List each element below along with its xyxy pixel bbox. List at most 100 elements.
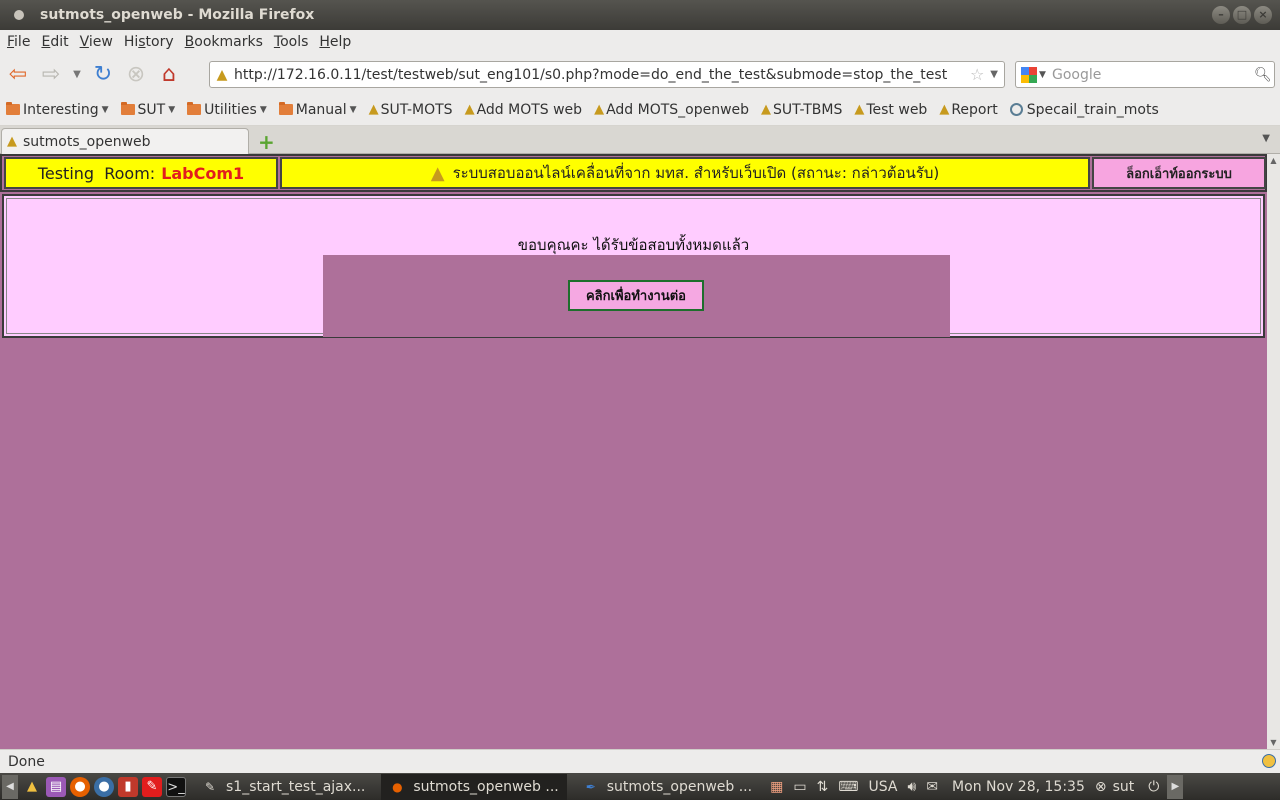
user-name[interactable]: sut (1113, 779, 1135, 795)
bookmark-report[interactable]: ▲ Report (939, 102, 997, 118)
pdf-icon[interactable]: ✎ (142, 776, 162, 797)
bookmark-folder-manual[interactable]: Manual ▼ (278, 102, 357, 118)
task-sutmots-openweb-firefox[interactable]: ● sutmots_openweb ... (381, 773, 567, 800)
taskbar-right-arrow-icon[interactable]: ▶ (1167, 774, 1184, 799)
maximize-button[interactable]: □ (1233, 6, 1251, 24)
bookmark-add-mots-openweb[interactable]: ▲ Add MOTS_openweb (594, 102, 749, 118)
network-icon[interactable]: ⇅ (817, 779, 829, 795)
menu-tools[interactable]: Tools (270, 34, 313, 50)
bookmark-folder-interesting[interactable]: Interesting ▼ (6, 102, 109, 118)
logout-button[interactable]: ล็อกเอ็าท์ออกระบบ (1092, 157, 1266, 189)
pyramid-icon: ▲ (7, 134, 17, 149)
menu-bookmarks[interactable]: Bookmarks (181, 34, 267, 50)
taskbar: ◀ ▲ ▤ ● ● ▮ ✎ >_ ✎ s1_start_test_ajax...… (0, 773, 1280, 800)
menu-file[interactable]: File (3, 34, 34, 50)
mail-icon[interactable]: ✉ (926, 779, 938, 795)
system-title: ระบบสอบออนไลน์เคลื่อนที่จาก มทส. สำหรับเ… (452, 164, 940, 182)
message-panel-inner: ขอบคุณคะ ได้รับข้อสอบทั้งหมดแล้ว คลิกเพื… (6, 198, 1261, 337)
addon-status-icon[interactable] (1262, 754, 1276, 768)
pyramid-icon: ▲ (854, 102, 865, 117)
display-icon[interactable]: ▭ (793, 779, 806, 795)
forward-arrow-icon[interactable]: ⇨ (36, 59, 66, 89)
site-identity-icon[interactable]: ▲ (210, 67, 234, 83)
folder-icon (120, 102, 135, 115)
menu-bar: File Edit View History Bookmarks Tools H… (0, 30, 1280, 54)
mots-launcher-icon[interactable]: ▲ (22, 777, 42, 797)
archive-icon[interactable]: ▮ (118, 776, 138, 797)
scroll-up-icon[interactable]: ▲ (1267, 154, 1280, 167)
scroll-down-icon[interactable]: ▼ (1267, 736, 1280, 749)
continue-area: คลิกเพื่อทำงานต่อ (323, 255, 950, 337)
status-bar: Done (0, 749, 1280, 773)
folder-icon (187, 102, 202, 115)
mots-logo-icon: ▲ (430, 162, 445, 184)
system-title-cell: ▲ ระบบสอบออนไลน์เคลื่อนที่จาก มทส. สำหรั… (280, 157, 1090, 189)
pyramid-icon: ▲ (939, 102, 950, 117)
thanks-message: ขอบคุณคะ ได้รับข้อสอบทั้งหมดแล้ว (517, 236, 750, 254)
task-sutmots-openweb-editor[interactable]: ✒ sutmots_openweb ... (575, 774, 760, 800)
continue-button[interactable]: คลิกเพื่อทำงานต่อ (568, 280, 704, 311)
bookmark-add-mots-web[interactable]: ▲ Add MOTS web (465, 102, 583, 118)
google-logo-icon (1021, 66, 1037, 83)
bookmark-folder-sut[interactable]: SUT ▼ (120, 102, 175, 118)
editor-icon: ✒ (585, 779, 596, 794)
tab-list-dropdown-icon[interactable]: ▼ (1262, 133, 1270, 144)
workspace-switcher-icon[interactable]: ▦ (770, 779, 783, 795)
thunderbird-icon[interactable]: ● (94, 776, 114, 797)
url-input[interactable]: http://172.16.0.11/test/testweb/sut_eng1… (234, 67, 970, 83)
minimize-button[interactable]: – (1212, 6, 1230, 24)
search-bar[interactable]: ▼ Google 🔍︎ (1015, 61, 1275, 88)
reload-icon[interactable]: ↻ (88, 59, 118, 89)
menu-view[interactable]: View (76, 34, 117, 50)
testing-room-value: LabCom1 (161, 163, 245, 183)
firefox-icon: ● (392, 779, 403, 794)
url-bar[interactable]: ▲ http://172.16.0.11/test/testweb/sut_en… (209, 61, 1005, 88)
task-s1-start-test-ajax[interactable]: ✎ s1_start_test_ajax... (194, 774, 373, 800)
volume-icon[interactable]: 🔊︎ (907, 779, 916, 795)
bookmark-sut-mots[interactable]: ▲ SUT-MOTS (369, 102, 453, 118)
window-title: sutmots_openweb - Mozilla Firefox (40, 7, 315, 23)
bookmark-specail-train-mots[interactable]: Specail_train_mots (1009, 102, 1159, 118)
bookmark-test-web[interactable]: ▲ Test web (854, 102, 927, 118)
history-dropdown-icon[interactable]: ▼ (69, 59, 85, 89)
keyboard-icon[interactable]: ⌨ (838, 779, 858, 795)
globe-icon (1009, 103, 1023, 116)
status-text: Done (8, 753, 45, 770)
launcher-icons: ▲ ▤ ● ● ▮ ✎ >_ (22, 776, 186, 797)
app-menu-icon[interactable]: ▤ (46, 776, 66, 797)
close-button[interactable]: × (1254, 6, 1272, 24)
taskbar-left-arrow-icon[interactable]: ◀ (2, 774, 18, 799)
bookmark-star-icon[interactable]: ☆ (970, 65, 984, 84)
power-icon[interactable]: ⏻ (1148, 779, 1159, 795)
menu-help[interactable]: Help (315, 34, 355, 50)
pyramid-icon: ▲ (761, 102, 772, 117)
stop-icon[interactable]: ⊗ (121, 59, 151, 89)
bookmark-sut-tbms[interactable]: ▲ SUT-TBMS (761, 102, 842, 118)
folder-icon (278, 102, 293, 115)
menu-edit[interactable]: Edit (37, 34, 72, 50)
search-engine-selector[interactable]: ▼ (1016, 66, 1052, 83)
pyramid-icon: ▲ (594, 102, 605, 117)
message-panel: ขอบคุณคะ ได้รับข้อสอบทั้งหมดแล้ว คลิกเพื… (2, 194, 1265, 338)
search-icon[interactable]: 🔍︎ (1254, 67, 1274, 83)
vertical-scrollbar[interactable]: ▲ ▼ (1267, 154, 1280, 749)
testing-room-cell: Testing Room: LabCom1 (4, 157, 278, 189)
window-controls: – □ × (1212, 6, 1272, 24)
pyramid-icon: ▲ (368, 102, 379, 117)
clock[interactable]: Mon Nov 28, 15:35 (952, 779, 1085, 795)
bookmark-folder-utilities[interactable]: Utilities ▼ (187, 102, 267, 118)
window-titlebar: sutmots_openweb - Mozilla Firefox – □ × (0, 0, 1280, 30)
new-tab-plus-icon[interactable]: + (258, 130, 275, 154)
home-icon[interactable]: ⌂ (154, 59, 184, 89)
terminal-icon[interactable]: >_ (166, 776, 186, 797)
header-strip: Testing Room: LabCom1 ▲ ระบบสอบออนไลน์เค… (0, 154, 1267, 192)
keyboard-layout[interactable]: USA (869, 779, 898, 795)
search-input[interactable]: Google (1052, 67, 1254, 83)
tab-sutmots-openweb[interactable]: ▲ sutmots_openweb (1, 128, 249, 154)
url-dropdown-icon[interactable]: ▼ (990, 69, 998, 80)
back-arrow-icon[interactable]: ⇦ (3, 59, 33, 89)
user-status-icon[interactable]: ⊗ (1095, 779, 1107, 795)
firefox-icon[interactable]: ● (70, 776, 90, 797)
menu-history[interactable]: History (120, 34, 178, 50)
window-menu-icon[interactable] (14, 10, 24, 20)
